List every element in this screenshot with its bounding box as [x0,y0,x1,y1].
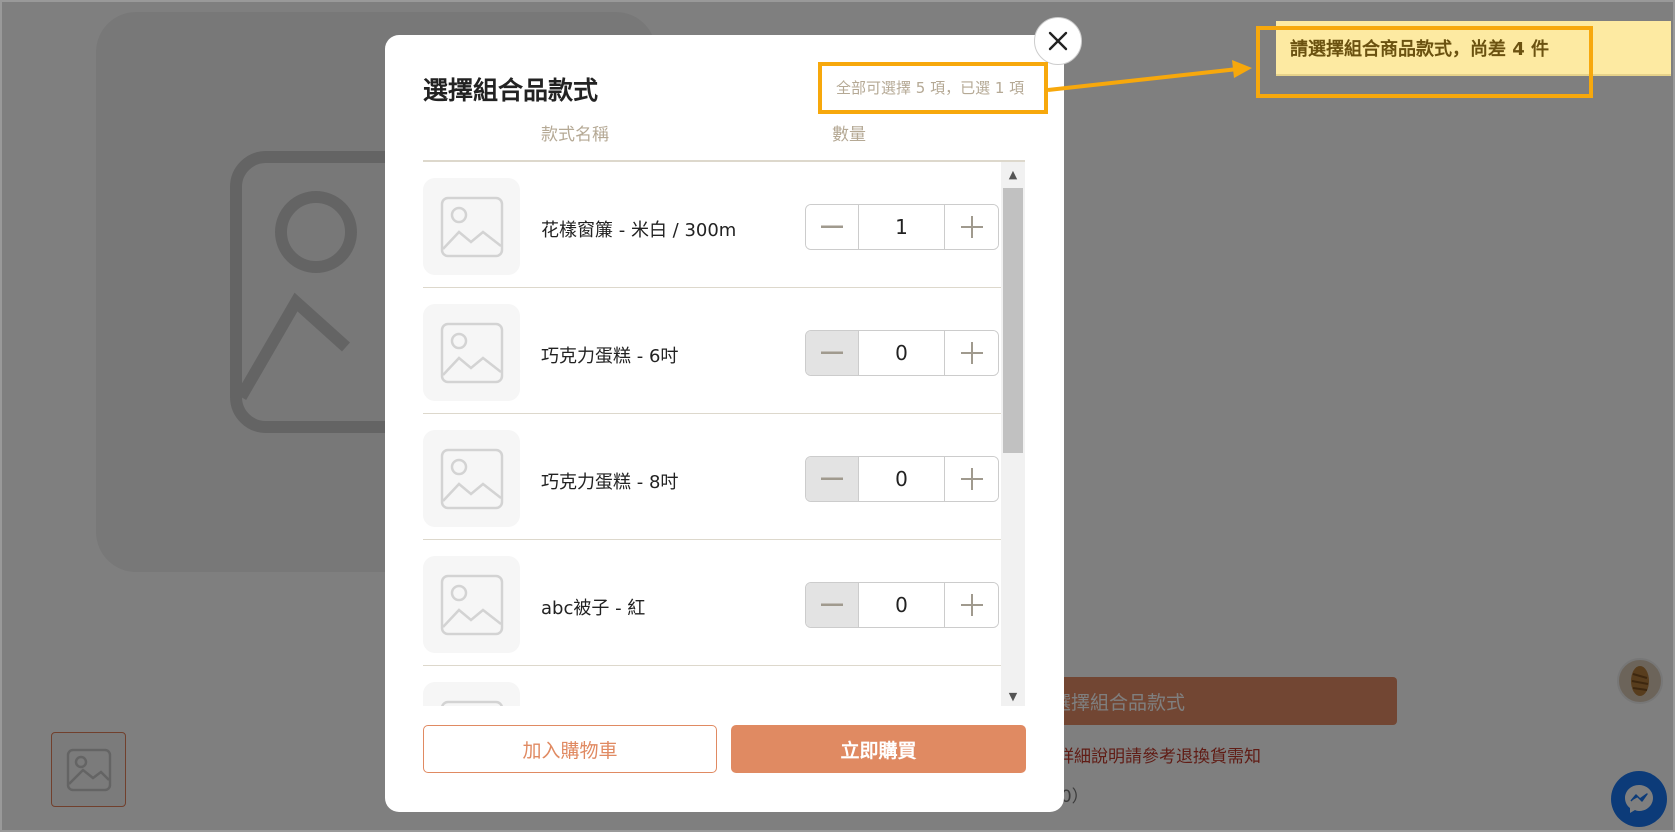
annotation-arrow [1047,60,1252,92]
